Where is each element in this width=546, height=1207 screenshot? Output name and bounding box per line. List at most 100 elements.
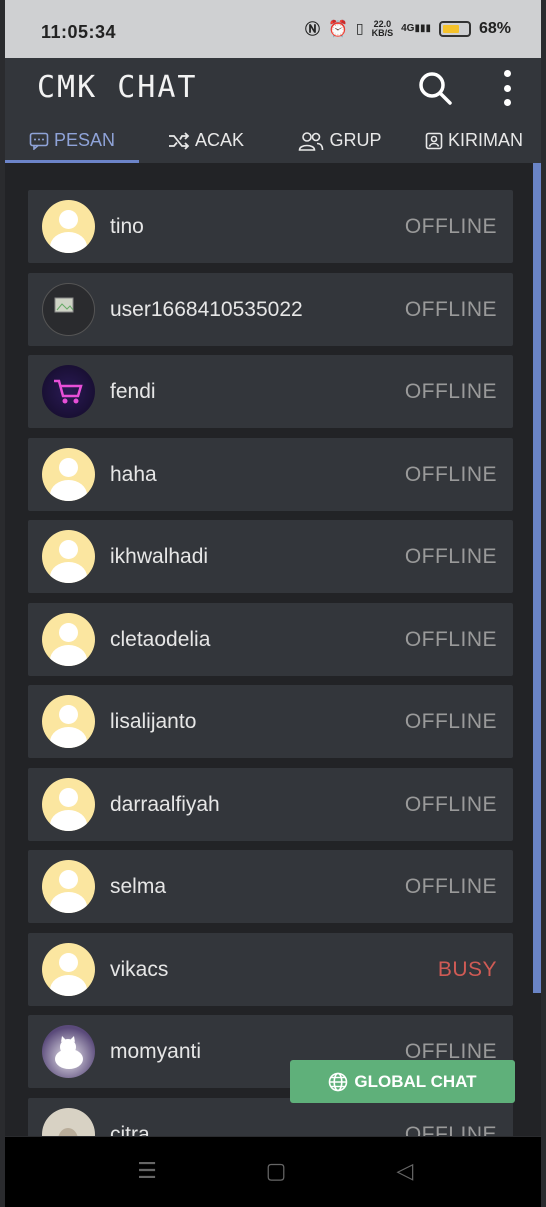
avatar-head — [59, 952, 78, 972]
contact-name: user1668410535022 — [110, 297, 303, 321]
contact-name: ikhwalhadi — [110, 545, 209, 568]
contact-list[interactable]: tino OFFLINE user1668410535022 OFFLINE fendi… — [5, 163, 541, 1136]
search-icon — [419, 72, 452, 105]
contact-name: vikacs — [110, 957, 169, 981]
alarm-icon: ⏰ — [327, 20, 348, 38]
tab-grup[interactable]: GRUP — [273, 118, 407, 163]
avatar — [42, 695, 95, 748]
shuffle-icon — [168, 131, 190, 150]
tab-pesan[interactable]: PESAN — [5, 118, 139, 163]
contact-name: lisalijanto — [110, 710, 197, 733]
contact-name: momyanti — [110, 1040, 202, 1063]
battery-icon — [438, 20, 471, 37]
contact-row[interactable]: tino OFFLINE — [28, 190, 513, 263]
home-button[interactable]: ▢ — [264, 1159, 288, 1183]
tab-label: ACAK — [194, 130, 245, 150]
avatar-body — [50, 892, 87, 913]
status-badge: OFFLINE — [404, 792, 497, 816]
avatar-head — [59, 705, 78, 724]
contact-row[interactable]: ikhwalhadi OFFLINE — [28, 520, 513, 593]
contact-name: darraalfiyah — [110, 792, 220, 816]
clock: 11:05:34 — [41, 22, 117, 42]
contact-name: fendi — [110, 380, 156, 403]
status-icons: Ⓝ ⏰ ▯ 22.0 KB/S 4G▮▮▮ 68% — [305, 18, 511, 39]
status-badge: OFFLINE — [404, 627, 497, 651]
contact-row[interactable]: haha OFFLINE — [28, 437, 513, 511]
avatar — [42, 942, 95, 996]
status-badge: OFFLINE — [404, 1122, 497, 1137]
contact-row[interactable]: darraalfiyah OFFLINE — [28, 767, 513, 841]
avatar — [42, 200, 95, 253]
back-button[interactable]: ◁ — [393, 1159, 417, 1183]
globe-icon — [329, 1072, 348, 1091]
status-badge: OFFLINE — [404, 297, 497, 321]
contact-row[interactable]: vikacs BUSY — [28, 932, 513, 1006]
dot-icon — [503, 70, 511, 77]
dot-icon — [503, 84, 511, 92]
avatar-body — [50, 974, 87, 996]
avatar-head — [59, 622, 78, 642]
avatar — [42, 860, 95, 913]
post-icon — [425, 132, 443, 149]
avatar — [42, 612, 95, 666]
contact-row[interactable]: fendi OFFLINE — [28, 355, 513, 428]
avatar-body — [50, 232, 87, 253]
battery-percent: 68% — [478, 19, 511, 37]
overflow-menu-button[interactable] — [497, 70, 517, 106]
contact-row[interactable]: selma OFFLINE — [28, 850, 513, 923]
dot-icon — [503, 99, 511, 106]
avatar-body — [50, 562, 87, 583]
global-chat-button[interactable]: GLOBAL CHAT — [290, 1060, 515, 1103]
speed-unit: KB/S — [371, 27, 394, 38]
vibrate-icon: ▯ — [355, 20, 364, 36]
contact-name: tino — [110, 215, 144, 238]
recent-apps-button[interactable]: ☰ — [135, 1159, 159, 1183]
contact-row[interactable]: user1668410535022 OFFLINE — [28, 272, 513, 346]
contact-row[interactable]: cletaodelia OFFLINE — [28, 602, 513, 676]
tab-label: KIRIMAN — [447, 130, 523, 150]
battery-fill — [442, 24, 459, 33]
contact-row[interactable]: citra OFFLINE — [28, 1097, 513, 1137]
avatar-head — [59, 787, 78, 807]
contact-row[interactable]: lisalijanto OFFLINE — [28, 685, 513, 758]
photo-avatar — [42, 1107, 95, 1136]
contact-name: cletaodelia — [110, 627, 211, 651]
cat-photo-avatar — [42, 1025, 95, 1078]
right-edge — [541, 0, 546, 1207]
contact-name: citra — [110, 1122, 150, 1137]
avatar-body — [50, 644, 87, 666]
tab-label: GRUP — [329, 130, 382, 150]
status-badge: BUSY — [437, 957, 497, 981]
avatar-head — [59, 870, 78, 889]
app-title: CMK CHAT — [37, 70, 198, 105]
tab-bar: PESAN ACAK GRUP KIRIMAN — [5, 118, 541, 163]
tab-label: PESAN — [53, 130, 116, 150]
signal-icon: 4G▮▮▮ — [401, 23, 431, 34]
tab-acak[interactable]: ACAK — [139, 118, 273, 163]
network-type: 4G — [401, 23, 415, 34]
status-bar: 11:05:34 Ⓝ ⏰ ▯ 22.0 KB/S 4G▮▮▮ 68% — [5, 0, 541, 58]
avatar-head — [59, 457, 78, 477]
status-badge: OFFLINE — [404, 215, 497, 238]
network-speed: 22.0 KB/S — [371, 19, 394, 38]
avatar — [42, 447, 95, 501]
avatar-body — [50, 479, 87, 501]
contact-name: selma — [110, 875, 167, 898]
status-badge: OFFLINE — [404, 710, 497, 733]
search-button[interactable] — [415, 68, 455, 108]
status-badge: OFFLINE — [404, 545, 497, 568]
nfc-icon: Ⓝ — [304, 21, 320, 38]
message-icon — [29, 132, 49, 150]
avatar-body — [50, 727, 87, 748]
system-nav-bar: ☰ ▢ ◁ — [5, 1137, 541, 1207]
status-badge: OFFLINE — [404, 875, 497, 898]
shopping-cart-icon — [42, 365, 95, 418]
avatar-body — [50, 809, 87, 831]
scrollbar[interactable] — [533, 163, 541, 993]
contact-name: haha — [110, 462, 157, 486]
tab-kiriman[interactable]: KIRIMAN — [407, 118, 541, 163]
avatar — [42, 530, 95, 583]
status-badge: OFFLINE — [404, 380, 497, 403]
avatar-head — [59, 540, 78, 559]
status-badge: OFFLINE — [404, 462, 497, 486]
